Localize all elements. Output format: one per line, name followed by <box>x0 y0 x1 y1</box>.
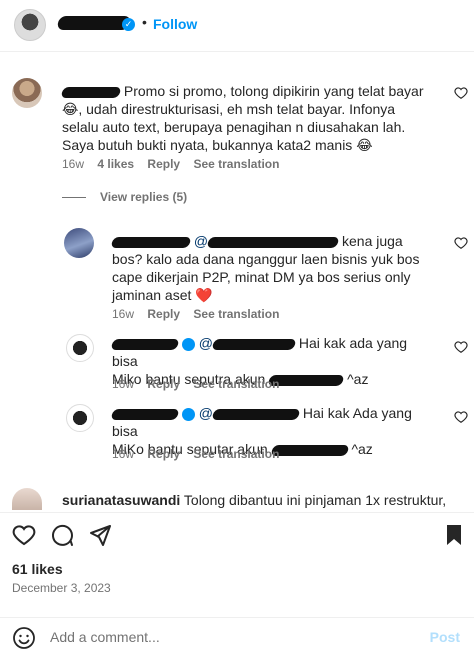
comment-text: Tolong dibantuu ini pinjaman 1x restrukt… <box>183 492 447 508</box>
author-avatar[interactable] <box>14 9 46 41</box>
reply-button[interactable]: Reply <box>147 447 180 461</box>
comment-body: surianatasuwandi Tolong dibantuu ini pin… <box>62 491 462 509</box>
reply-button[interactable]: Reply <box>147 307 180 321</box>
reply-avatar[interactable] <box>64 228 94 258</box>
reply-avatar[interactable] <box>66 404 94 432</box>
reply-meta: 16w Reply See translation <box>112 377 289 391</box>
comment-likes[interactable]: 4 likes <box>97 157 134 171</box>
post-likes-count[interactable]: 61 likes <box>12 561 63 577</box>
bookmark-icon[interactable] <box>442 523 466 547</box>
view-replies-divider <box>62 197 86 199</box>
reply-button[interactable]: Reply <box>147 377 180 391</box>
reply-avatar[interactable] <box>66 334 94 362</box>
heart-icon[interactable] <box>454 340 468 354</box>
commenter-avatar[interactable] <box>12 78 42 108</box>
see-translation-button[interactable]: See translation <box>193 447 279 461</box>
commenter-avatar[interactable] <box>12 488 42 510</box>
comment-icon[interactable] <box>50 523 74 547</box>
see-translation-button[interactable]: See translation <box>193 307 279 321</box>
reply-button[interactable]: Reply <box>147 157 180 171</box>
post-actions-bar: 61 likes December 3, 2023 Add a comment.… <box>0 512 474 652</box>
see-translation-button[interactable]: See translation <box>193 377 279 391</box>
view-replies-label: View replies (5) <box>100 190 188 204</box>
red-heart-emoji: ❤️ <box>195 287 213 303</box>
heart-icon[interactable] <box>12 523 36 547</box>
reply-time: 16w <box>112 307 135 321</box>
reply-meta: 16w Reply See translation <box>112 307 289 321</box>
verified-badge-icon <box>181 337 195 351</box>
add-comment-bar: Add a comment... Post <box>0 617 474 653</box>
reply-body: @ kena juga bos? kalo ada dana nganggur … <box>110 232 434 304</box>
heart-icon[interactable] <box>454 410 468 424</box>
comment-input[interactable]: Add a comment... <box>50 629 160 645</box>
reply-time: 16w <box>112 377 135 391</box>
reply-text-sign: ^az <box>347 371 369 387</box>
heart-icon[interactable] <box>454 86 468 100</box>
author-username-redacted[interactable] <box>56 16 132 30</box>
comment-time: 16w <box>62 157 85 171</box>
post-comment-button[interactable]: Post <box>430 629 460 645</box>
comment-body: Promo si promo, tolong dipikirin yang te… <box>60 82 434 154</box>
post-date: December 3, 2023 <box>12 581 111 595</box>
commenter-username-redacted[interactable] <box>60 86 122 98</box>
commenter-username[interactable]: surianatasuwandi <box>62 492 180 508</box>
reply-mention[interactable]: @ <box>199 405 301 421</box>
send-icon[interactable] <box>88 523 112 547</box>
reply-username-redacted[interactable] <box>110 338 180 350</box>
post-header: ✓ • Follow <box>0 0 474 52</box>
reply-meta: 16w Reply See translation <box>112 447 289 461</box>
view-replies-button[interactable]: View replies (5) <box>62 190 187 204</box>
heart-icon[interactable] <box>454 236 468 250</box>
verified-badge-icon <box>181 407 195 421</box>
reply-username-redacted[interactable] <box>110 408 180 420</box>
verified-badge-icon: ✓ <box>122 18 135 31</box>
reply-text-sign: ^az <box>351 441 373 457</box>
reply-username-redacted[interactable] <box>110 236 192 248</box>
reply-mention[interactable]: @ <box>199 335 297 351</box>
reply-time: 16w <box>112 447 135 461</box>
separator-dot: • <box>142 14 147 30</box>
reply-mention[interactable]: @ <box>194 233 340 249</box>
smiley-icon[interactable] <box>12 626 36 650</box>
follow-button[interactable]: Follow <box>153 16 197 32</box>
comment-meta: 16w 4 likes Reply See translation <box>62 157 289 171</box>
see-translation-button[interactable]: See translation <box>193 157 279 171</box>
